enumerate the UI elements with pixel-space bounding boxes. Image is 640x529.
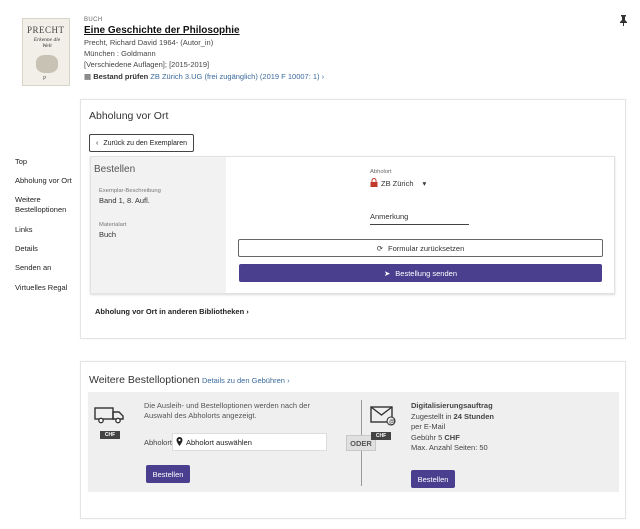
pickup-location-label-2: Abholort bbox=[144, 438, 172, 447]
options-description: Die Ausleih- und Bestelloptionen werden … bbox=[144, 401, 310, 420]
order-options-box: CHF Die Ausleih- und Bestelloptionen wer… bbox=[88, 392, 619, 492]
book-author: Precht, Richard David 1964- (Autor_in) bbox=[84, 38, 214, 47]
max-pages: Max. Anzahl Seiten: 50 bbox=[411, 443, 488, 452]
sidebar-item-details[interactable]: Details bbox=[15, 244, 38, 254]
sidebar-item-top[interactable]: Top bbox=[15, 157, 27, 167]
book-title[interactable]: Eine Geschichte der Philosophie bbox=[84, 25, 240, 36]
chevron-right-icon: › bbox=[246, 307, 249, 316]
book-edition: [Verschiedene Auflagen]; [2015-2019] bbox=[84, 60, 210, 69]
pickup-location-value: ZB Zürich bbox=[381, 179, 414, 188]
material-type-label: Materialart bbox=[99, 222, 127, 228]
back-to-items-button[interactable]: ‹ Zurück zu den Exemplaren bbox=[89, 134, 194, 152]
sidebar-item-virtual-shelf[interactable]: Virtuelles Regal bbox=[15, 283, 67, 293]
delivery-truck-icon bbox=[94, 406, 126, 426]
cover-subtitle: Erkenne die Welt bbox=[33, 37, 61, 49]
caret-down-icon: ▾ bbox=[422, 179, 427, 188]
cover-publisher-logo: P bbox=[43, 76, 47, 82]
pin-icon[interactable] bbox=[619, 15, 628, 29]
order-button[interactable]: Bestellen bbox=[146, 465, 190, 483]
availability-link[interactable]: ZB Zürich 3.UG (frei zugänglich) (2019 F… bbox=[150, 72, 319, 81]
pickup-location-placeholder: Abholort auswählen bbox=[186, 437, 252, 447]
material-type-value: Buch bbox=[99, 230, 117, 239]
order-summary: Bestellen Exemplar-Beschreibung Band 1, … bbox=[91, 157, 226, 293]
reset-form-button[interactable]: ⟳ Formular zurücksetzen bbox=[238, 239, 603, 257]
other-libraries-link[interactable]: Abholung vor Ort in anderen Bibliotheken… bbox=[95, 307, 249, 316]
chevron-right-icon: › bbox=[321, 72, 325, 81]
pickup-title: Abholung vor Ort bbox=[89, 110, 169, 122]
resource-type: BUCH bbox=[84, 17, 103, 23]
send-label: Bestellung senden bbox=[395, 268, 457, 278]
book-publisher: München : Goldmann bbox=[84, 49, 156, 58]
delivery-method: per E-Mail bbox=[411, 422, 446, 431]
lock-icon bbox=[370, 178, 378, 189]
map-pin-icon bbox=[176, 436, 183, 448]
email-icon: @ bbox=[370, 406, 396, 428]
item-description-value: Band 1, 8. Aufl. bbox=[99, 196, 150, 205]
order-heading: Bestellen bbox=[94, 164, 136, 175]
sidebar-item-links[interactable]: Links bbox=[15, 225, 33, 235]
chf-badge: CHF bbox=[100, 431, 120, 439]
item-description-label: Exemplar-Beschreibung bbox=[99, 188, 161, 194]
availability: ▦ Bestand prüfen ZB Zürich 3.UG (frei zu… bbox=[84, 72, 324, 81]
more-options-title: Weitere Bestelloptionen bbox=[89, 374, 200, 386]
chevron-right-icon: › bbox=[287, 376, 290, 385]
library-icon: ▦ bbox=[84, 72, 92, 81]
digitization-info: Digitalisierungsauftrag Zugestellt in 24… bbox=[411, 401, 494, 454]
pickup-panel: Abholung vor Ort ‹ Zurück zu den Exempla… bbox=[80, 99, 626, 339]
chevron-left-icon: ‹ bbox=[96, 139, 99, 147]
pickup-location-select[interactable]: ZB Zürich ▾ bbox=[370, 178, 426, 189]
pickup-location-label: Abholort bbox=[370, 169, 392, 175]
chf-badge-2: CHF bbox=[371, 432, 391, 440]
fee: Gebühr 5 CHF bbox=[411, 432, 460, 442]
svg-text:@: @ bbox=[389, 419, 395, 425]
cover-image bbox=[36, 55, 58, 73]
digitization-order-button[interactable]: Bestellen bbox=[411, 470, 455, 488]
pickup-location-dropdown[interactable]: Abholort auswählen bbox=[172, 433, 327, 451]
sidebar-item-more-options[interactable]: Weitere Bestelloptionen bbox=[15, 195, 73, 215]
send-order-button[interactable]: ➤ Bestellung senden bbox=[239, 264, 602, 282]
book-cover: PRECHT Erkenne die Welt P bbox=[22, 18, 70, 86]
remark-input[interactable]: Anmerkung bbox=[370, 212, 469, 225]
reset-label: Formular zurücksetzen bbox=[388, 243, 465, 253]
delivery-time: Zugestellt in 24 Stunden bbox=[411, 411, 494, 421]
cover-author: PRECHT bbox=[27, 25, 65, 35]
fee-details-link[interactable]: Details zu den Gebühren › bbox=[202, 376, 290, 385]
refresh-icon: ⟳ bbox=[376, 243, 383, 253]
back-label: Zurück zu den Exemplaren bbox=[103, 139, 187, 147]
order-form: Bestellen Exemplar-Beschreibung Band 1, … bbox=[90, 156, 615, 294]
more-options-panel: Weitere Bestelloptionen Details zu den G… bbox=[80, 361, 626, 519]
digitization-title: Digitalisierungsauftrag bbox=[411, 401, 493, 410]
availability-label: Bestand prüfen bbox=[93, 72, 149, 81]
sidebar-item-send-to[interactable]: Senden an bbox=[15, 263, 51, 273]
send-icon: ➤ bbox=[383, 268, 391, 278]
sidebar-item-pickup[interactable]: Abholung vor Ort bbox=[15, 176, 72, 186]
